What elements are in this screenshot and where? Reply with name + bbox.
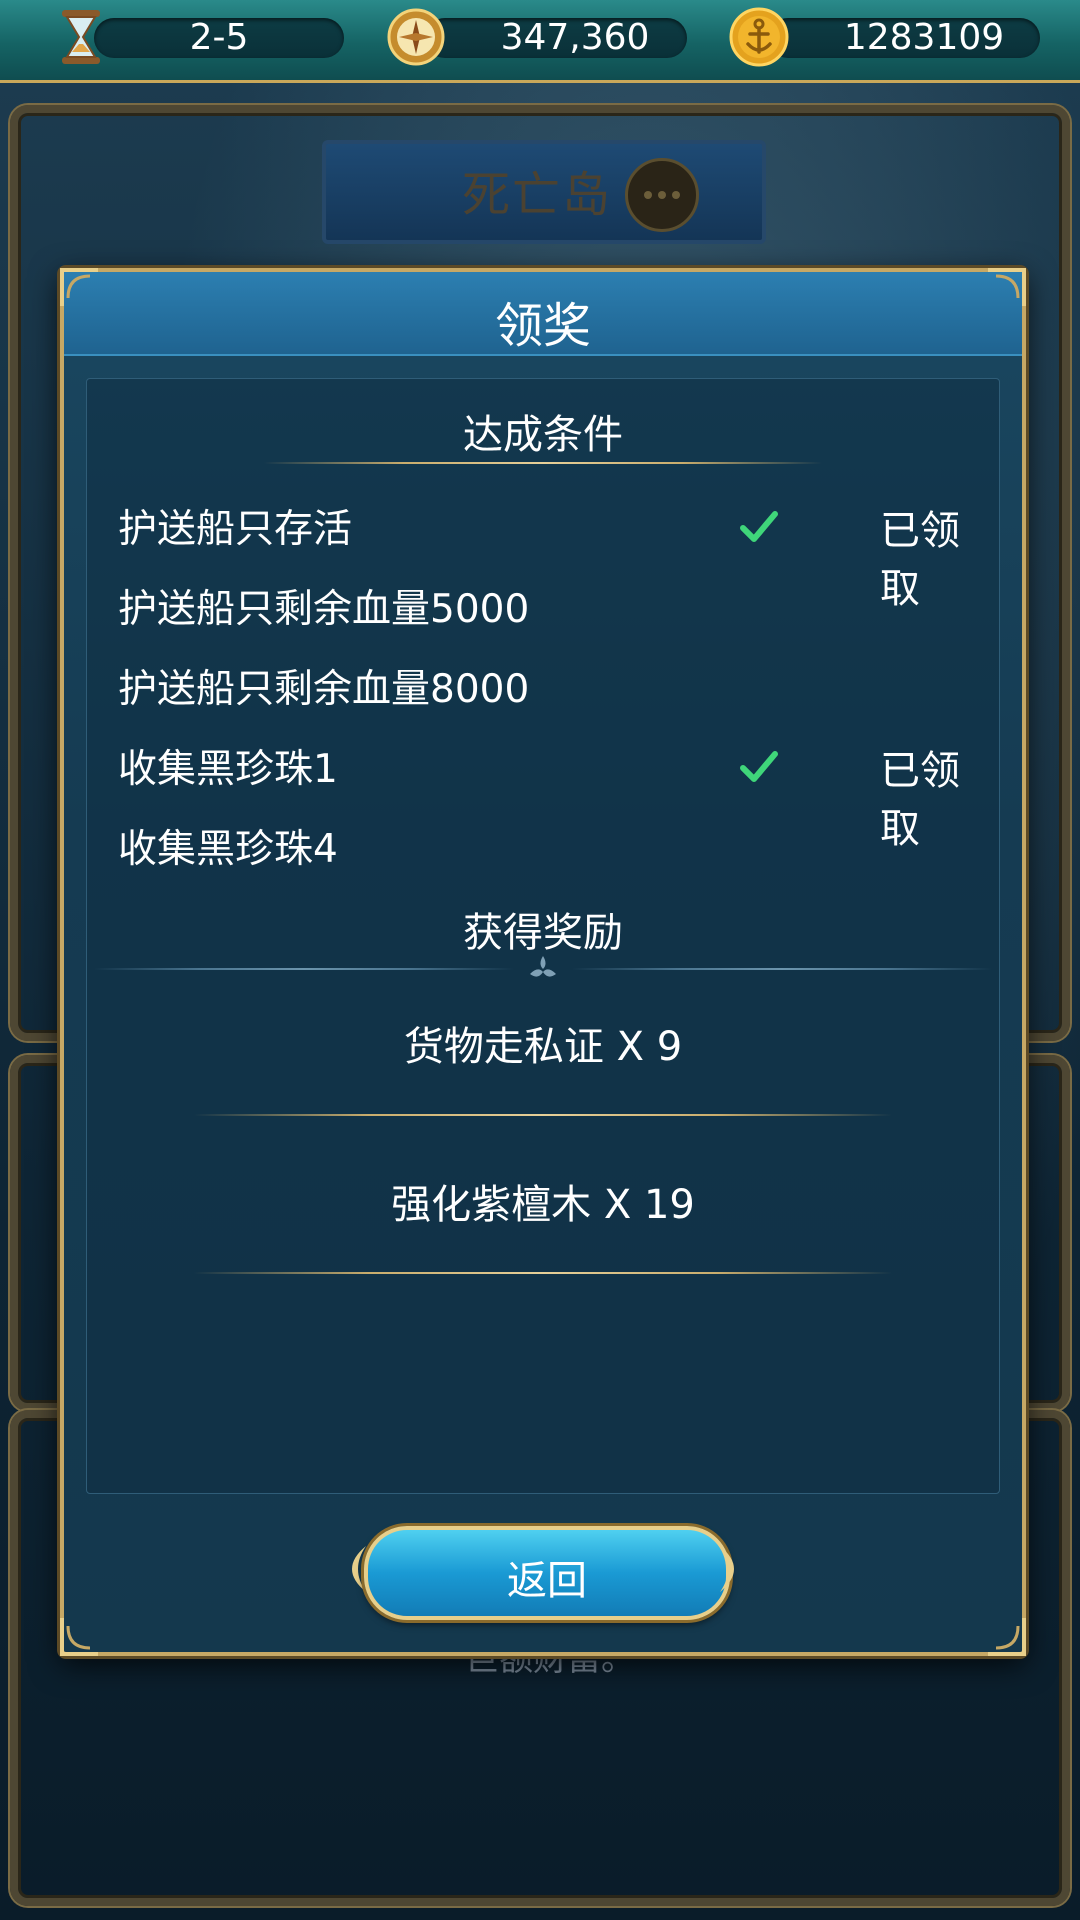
compass-icon [387,8,445,66]
reward-item: 强化紫檀木 X 19 [391,1182,695,1228]
button-wing-right-icon [720,1546,734,1592]
back-button-label: 返回 [507,1558,587,1604]
button-wing-left-icon [352,1546,366,1592]
check-icon [740,511,778,542]
condition-label: 护送船只剩余血量8000 [118,667,530,712]
reward-item: 货物走私证 X 9 [403,1024,683,1070]
condition-label: 收集黑珍珠1 [118,747,338,792]
fleur-ornament-icon [530,956,556,977]
stage-indicator: 2-5 [50,10,350,64]
divider [194,1114,892,1116]
corner-ornament-icon [60,268,98,306]
conditions-title: 达成条件 [463,412,623,458]
check-icon [740,751,778,782]
condition-label: 护送船只剩余血量5000 [118,587,530,632]
rewards-title: 获得奖励 [463,910,623,956]
stage-value: 2-5 [189,17,249,58]
divider [264,462,822,464]
corner-ornament-icon [988,1618,1026,1656]
dialog-title: 领奖 [494,298,591,354]
divider [194,1272,892,1274]
corner-ornament-icon [60,1618,98,1656]
condition-label: 收集黑珍珠4 [118,827,338,872]
exploration-value: 347,360 [500,17,650,58]
hourglass-icon [62,10,100,64]
condition-row: 收集黑珍珠4 [118,818,978,878]
back-button[interactable]: 返回 [364,1526,730,1620]
condition-row: 收集黑珍珠1 已领取 [118,738,978,852]
divider [94,968,514,970]
gold-value: 1283109 [843,17,1005,58]
condition-row: 护送船只剩余血量8000 [118,658,978,718]
corner-ornament-icon [988,268,1026,306]
resource-bar: 2-5 347,360 1283109 [0,0,1080,83]
divider [572,968,992,970]
condition-label: 护送船只存活 [118,507,353,552]
condition-row: 护送船只存活 已领取 [118,498,978,612]
anchor-coin-icon [729,7,789,67]
reward-dialog: 领奖 达成条件 护送船只存活 已领取 护送船只剩余血量5000 护送船只剩余血量… [60,268,1026,1656]
chat-bubble-icon[interactable] [625,158,699,232]
condition-row: 护送船只剩余血量5000 [118,578,978,638]
island-title: 死亡岛 [462,167,613,223]
exploration-indicator: 347,360 [385,8,695,66]
gold-indicator: 1283109 [728,7,1048,67]
